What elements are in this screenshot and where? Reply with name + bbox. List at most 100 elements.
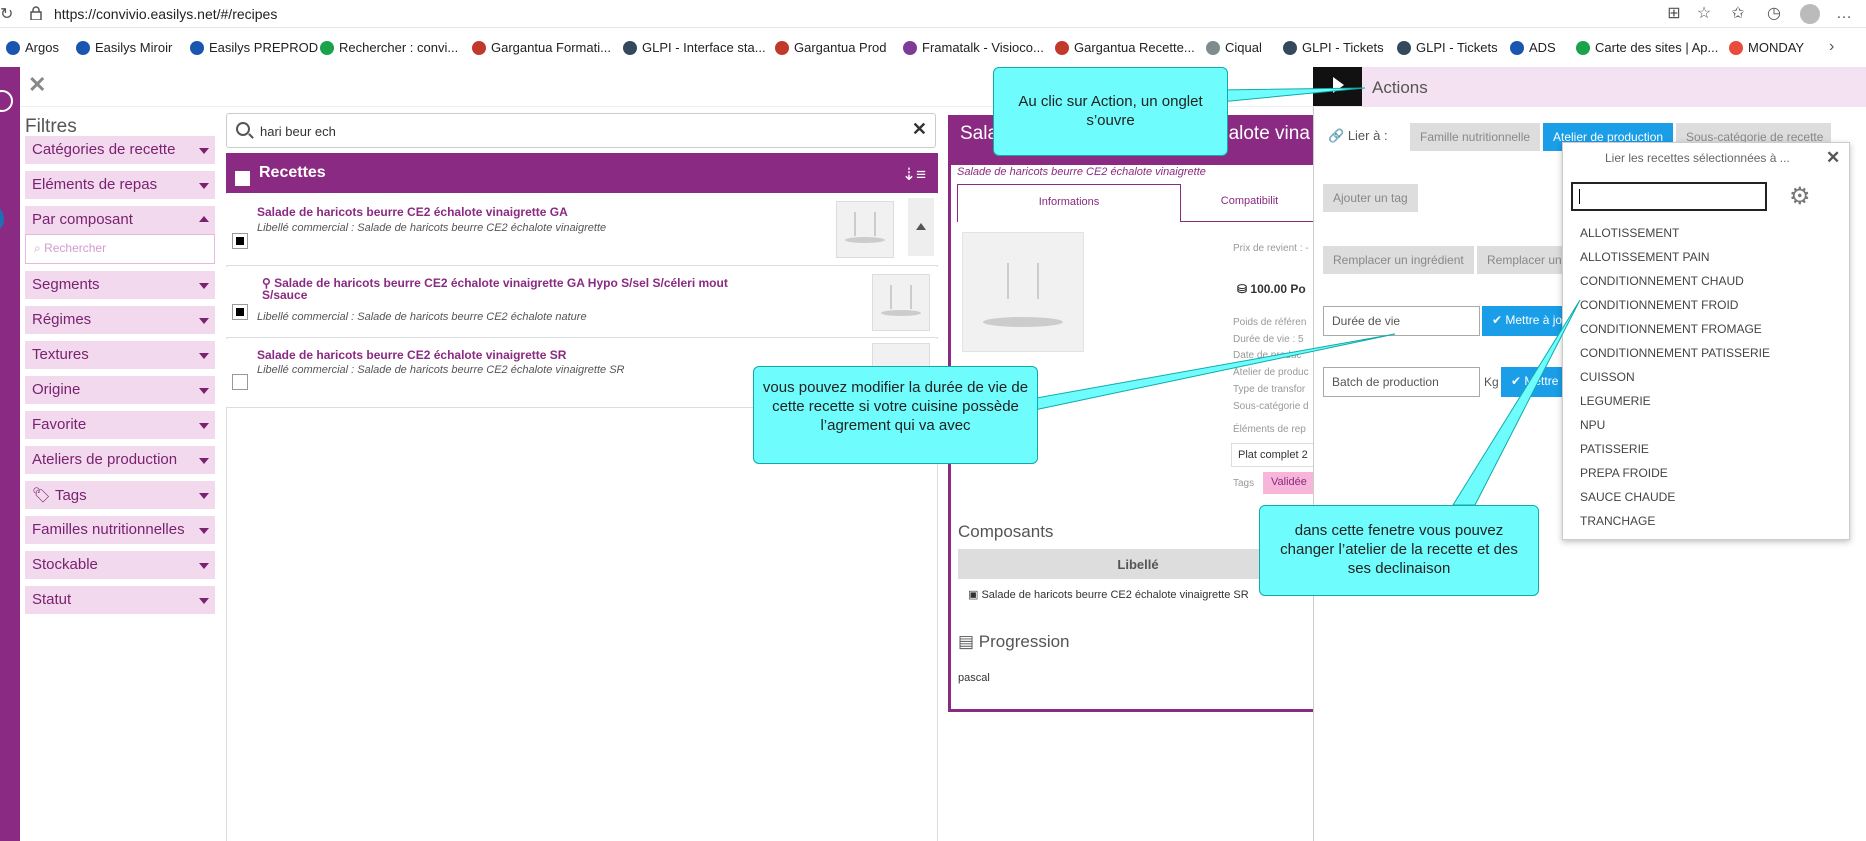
atelier-option[interactable]: ALLOTISSEMENT bbox=[1580, 226, 1679, 240]
mettre-a-jour-button[interactable]: ✔ Mettre à jo bbox=[1482, 306, 1562, 336]
price-value: ⛁ 100.00 Po bbox=[1237, 282, 1306, 296]
avatar[interactable] bbox=[1800, 4, 1820, 24]
coins-icon: ⛁ bbox=[1237, 282, 1251, 296]
bookmark-icon bbox=[1055, 40, 1069, 55]
more-icon[interactable]: … bbox=[1834, 4, 1854, 24]
search-icon: ⌕ bbox=[34, 241, 45, 255]
recipe-row[interactable]: Salade de haricots beurre CE2 échalote v… bbox=[226, 194, 938, 266]
recipe-name[interactable]: ⚲ Salade de haricots beurre CE2 échalote… bbox=[262, 277, 742, 301]
dropdown-search-input[interactable] bbox=[1571, 182, 1767, 211]
tab-compatibilite[interactable]: Compatibilit bbox=[1181, 184, 1318, 222]
filter-search-input[interactable]: ⌕ Rechercher bbox=[25, 234, 215, 264]
caret-down-icon bbox=[199, 563, 209, 569]
bookmark-item[interactable]: Carte des sites | Ap... bbox=[1576, 40, 1718, 55]
tab-informations[interactable]: Informations bbox=[957, 184, 1181, 222]
mettre-a-jour-batch-button[interactable]: ✔ Mettre bbox=[1501, 367, 1562, 397]
lock-icon bbox=[30, 6, 42, 20]
close-icon[interactable]: ✕ bbox=[28, 72, 46, 98]
atelier-option[interactable]: CUISSON bbox=[1580, 370, 1635, 384]
reload-icon[interactable]: ↻ bbox=[0, 4, 13, 24]
atelier-option[interactable]: ALLOTISSEMENT PAIN bbox=[1580, 250, 1710, 264]
remplacer-ingredient-button[interactable]: Remplacer un ingrédient bbox=[1323, 246, 1474, 274]
filter-categories[interactable]: Catégories de recette bbox=[25, 136, 215, 164]
url-text[interactable]: https://convivio.easilys.net/#/recipes bbox=[54, 6, 277, 22]
bookmark-item[interactable]: Argos bbox=[6, 40, 59, 55]
bookmark-icon bbox=[903, 40, 917, 55]
bookmark-item[interactable]: Framatalk - Visioco... bbox=[903, 40, 1044, 55]
star-icon[interactable]: ☆ bbox=[1694, 4, 1714, 24]
filter-regimes[interactable]: Régimes bbox=[25, 306, 215, 334]
sort-icon[interactable]: ⇣≡ bbox=[902, 165, 926, 185]
atelier-option[interactable]: CONDITIONNEMENT PATISSERIE bbox=[1580, 346, 1770, 360]
app-icon[interactable]: ⊞ bbox=[1664, 4, 1684, 24]
bookmark-item[interactable]: GLPI - Tickets bbox=[1283, 40, 1384, 55]
bookmark-item[interactable]: ADS bbox=[1510, 40, 1556, 55]
filter-segments[interactable]: Segments bbox=[25, 271, 215, 299]
filter-origine[interactable]: Origine bbox=[25, 376, 215, 404]
tag-icon: 🏷 bbox=[32, 487, 55, 504]
recipe-checkbox[interactable] bbox=[232, 374, 248, 390]
filter-par-composant[interactable]: Par composant bbox=[25, 206, 215, 234]
filter-tags[interactable]: 🏷 Tags bbox=[25, 481, 215, 509]
atelier-option[interactable]: CONDITIONNEMENT FROMAGE bbox=[1580, 322, 1762, 336]
bookmark-item[interactable]: MONDAY bbox=[1729, 40, 1804, 55]
favorites-icon[interactable]: ✩ bbox=[1728, 4, 1748, 24]
menu-circle-icon[interactable] bbox=[0, 90, 13, 112]
clear-search-icon[interactable]: ✕ bbox=[912, 119, 927, 140]
atelier-option[interactable]: TRANCHAGE bbox=[1580, 514, 1655, 528]
bookmark-item[interactable]: Gargantua Recette... bbox=[1055, 40, 1195, 55]
composant-row[interactable]: ▣ Salade de haricots beurre CE2 échalote… bbox=[968, 588, 1249, 601]
recipe-checkbox[interactable] bbox=[232, 233, 248, 249]
caret-down-icon bbox=[199, 353, 209, 359]
duree-de-vie-input[interactable]: Durée de vie bbox=[1323, 306, 1480, 336]
recipe-list-header: Recettes ⇣≡ bbox=[226, 153, 938, 193]
bookmark-item[interactable]: Gargantua Prod bbox=[775, 40, 887, 55]
ajouter-tag-button[interactable]: Ajouter un tag bbox=[1323, 184, 1418, 212]
atelier-option[interactable]: LEGUMERIE bbox=[1580, 394, 1651, 408]
caret-down-icon bbox=[199, 493, 209, 499]
bookmark-item[interactable]: Rechercher : convi... bbox=[320, 40, 458, 55]
arrow-up-icon bbox=[916, 223, 926, 230]
bookmark-item[interactable]: GLPI - Interface sta... bbox=[623, 40, 766, 55]
chevron-right-icon[interactable]: › bbox=[1829, 38, 1834, 56]
gear-icon[interactable]: ⚙ bbox=[1789, 182, 1811, 211]
user-circle-icon[interactable] bbox=[0, 208, 4, 230]
atelier-option[interactable]: PREPA FROIDE bbox=[1580, 466, 1668, 480]
bookmark-icon bbox=[1510, 40, 1524, 55]
atelier-option[interactable]: PATISSERIE bbox=[1580, 442, 1649, 456]
recipe-search-input[interactable]: hari beur ech ✕ bbox=[226, 113, 936, 148]
bookmark-item[interactable]: Ciqual bbox=[1206, 40, 1262, 55]
atelier-option[interactable]: CONDITIONNEMENT CHAUD bbox=[1580, 274, 1744, 288]
select-all-checkbox[interactable] bbox=[235, 171, 250, 186]
history-icon[interactable]: ◷ bbox=[1764, 4, 1784, 24]
filter-ateliers[interactable]: Ateliers de production bbox=[25, 446, 215, 474]
famille-nutritionnelle-button[interactable]: Famille nutritionnelle bbox=[1410, 123, 1541, 151]
bookmark-icon bbox=[1397, 40, 1411, 55]
remplacer-button[interactable]: Remplacer un bbox=[1477, 246, 1562, 274]
atelier-option[interactable]: NPU bbox=[1580, 418, 1605, 432]
close-icon[interactable]: ✕ bbox=[1826, 148, 1840, 168]
batch-production-input[interactable]: Batch de production bbox=[1323, 367, 1480, 397]
filter-favorite[interactable]: Favorite bbox=[25, 411, 215, 439]
recipe-row[interactable]: ⚲ Salade de haricots beurre CE2 échalote… bbox=[226, 267, 938, 338]
bookmark-item[interactable]: Gargantua Formati... bbox=[472, 40, 611, 55]
recipe-icon: ▣ bbox=[968, 589, 982, 601]
recipe-checkbox[interactable] bbox=[232, 304, 248, 320]
caret-down-icon bbox=[199, 183, 209, 189]
atelier-option[interactable]: SAUCE CHAUDE bbox=[1580, 490, 1675, 504]
atelier-option[interactable]: CONDITIONNEMENT FROID bbox=[1580, 298, 1738, 312]
plat-select[interactable]: Plat complet 2 bbox=[1231, 443, 1321, 467]
bookmark-icon bbox=[1576, 40, 1590, 55]
app-sidebar bbox=[0, 67, 20, 841]
bookmark-icon bbox=[1729, 40, 1743, 55]
filter-stockable[interactable]: Stockable bbox=[25, 551, 215, 579]
filter-textures[interactable]: Textures bbox=[25, 341, 215, 369]
bookmark-item[interactable]: GLPI - Tickets bbox=[1397, 40, 1498, 55]
filter-familles[interactable]: Familles nutritionnelles bbox=[25, 516, 215, 544]
actions-toggle-button[interactable] bbox=[1313, 67, 1362, 106]
bookmark-item[interactable]: Easilys Miroir bbox=[76, 40, 172, 55]
scroll-up-button[interactable] bbox=[908, 198, 934, 256]
filter-statut[interactable]: Statut bbox=[25, 586, 215, 614]
bookmark-item[interactable]: Easilys PREPROD bbox=[190, 40, 318, 55]
filter-elements-repas[interactable]: Eléments de repas bbox=[25, 171, 215, 199]
